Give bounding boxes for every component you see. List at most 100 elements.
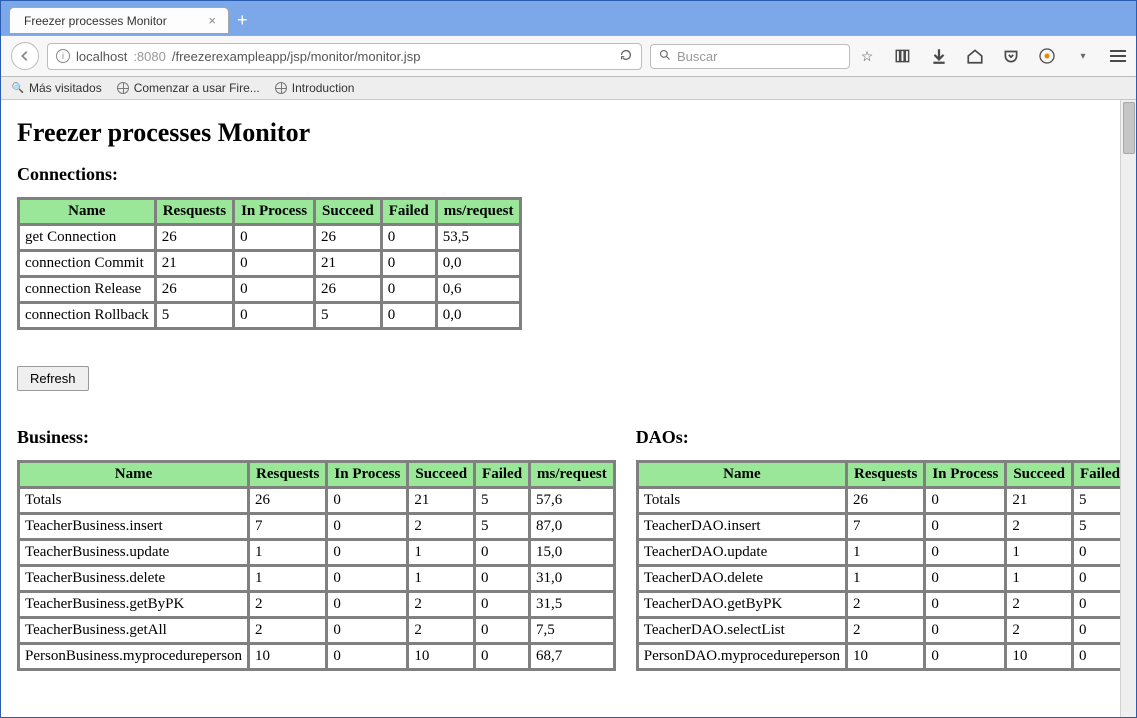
table-cell: 10 [1006,644,1072,669]
tab-close-icon[interactable]: × [208,13,216,28]
business-heading: Business: [17,427,616,448]
globe-icon [274,81,288,95]
table-cell: 1 [847,540,924,565]
page-viewport[interactable]: Freezer processes Monitor Connections: N… [1,100,1136,717]
table-cell: PersonDAO.myprocedureperson [638,644,846,669]
table-cell: 0 [327,618,407,643]
navigation-toolbar: i localhost:8080/freezerexampleapp/jsp/m… [1,35,1136,77]
back-button[interactable] [11,42,39,70]
table-cell: 26 [249,488,326,513]
table-row: TeacherBusiness.delete101031,0 [19,566,614,591]
table-cell: connection Release [19,277,155,302]
globe-icon [116,81,130,95]
site-info-icon[interactable]: i [56,49,70,63]
bookmark-introduction[interactable]: Introduction [274,81,355,95]
connections-heading: Connections: [17,164,1120,185]
browser-tab[interactable]: Freezer processes Monitor × [9,7,229,33]
bookmark-label: Más visitados [29,81,102,95]
table-cell: 0 [1073,644,1127,669]
column-header: Name [19,199,155,224]
table-cell: 2 [249,592,326,617]
url-host: localhost [76,49,127,64]
table-cell: 7,5 [530,618,614,643]
table-cell: TeacherDAO.getByPK [638,592,846,617]
table-cell: TeacherDAO.selectList [638,618,846,643]
search-box[interactable]: Buscar [650,44,850,69]
toolbar-icons: ☆ ▾ [858,47,1126,65]
bookmark-start-firefox[interactable]: Comenzar a usar Fire... [116,81,260,95]
bookmark-label: Introduction [292,81,355,95]
refresh-button[interactable]: Refresh [17,366,89,391]
home-icon[interactable] [966,47,984,65]
table-cell: 0,0 [437,251,521,276]
new-tab-button[interactable]: + [237,10,248,31]
table-cell: 7 [847,514,924,539]
column-header: In Process [925,462,1005,487]
table-cell: 0 [925,644,1005,669]
table-cell: TeacherBusiness.delete [19,566,248,591]
table-cell: 5 [156,303,233,328]
library-icon[interactable] [894,47,912,65]
bookmark-most-visited[interactable]: 🔍 Más visitados [11,81,102,95]
profile-icon[interactable] [1038,47,1056,65]
table-row: Totals26021557,6 [19,488,614,513]
table-cell: 21 [315,251,381,276]
reload-icon[interactable] [619,48,633,65]
dropdown-icon[interactable]: ▾ [1074,47,1092,65]
table-cell: 2 [1006,618,1072,643]
table-cell: 26 [315,225,381,250]
table-cell: 0 [327,514,407,539]
table-cell: 0 [382,303,436,328]
column-header: Failed [475,462,529,487]
table-cell: 1 [847,566,924,591]
table-cell: 0 [925,488,1005,513]
table-cell: 5 [315,303,381,328]
table-cell: 87,0 [530,514,614,539]
table-cell: 0 [925,592,1005,617]
url-path: /freezerexampleapp/jsp/monitor/monitor.j… [172,49,421,64]
vertical-scrollbar[interactable] [1120,100,1136,717]
column-header: Name [19,462,248,487]
table-cell: 2 [847,618,924,643]
table-cell: get Connection [19,225,155,250]
table-cell: 68,7 [530,644,614,669]
table-cell: 57,6 [530,488,614,513]
table-row: TeacherDAO.insert702580,3 [638,514,1136,539]
table-cell: 10 [408,644,474,669]
table-cell: 2 [249,618,326,643]
browser-window: Freezer processes Monitor × + i localhos… [0,0,1137,718]
bookmark-star-icon[interactable]: ☆ [858,47,876,65]
table-row: connection Rollback50500,0 [19,303,520,328]
column-header: Failed [1073,462,1127,487]
table-cell: 26 [156,277,233,302]
address-bar[interactable]: i localhost:8080/freezerexampleapp/jsp/m… [47,43,642,70]
scrollbar-thumb[interactable] [1123,102,1135,154]
table-cell: 26 [315,277,381,302]
table-cell: 0 [925,514,1005,539]
downloads-icon[interactable] [930,47,948,65]
table-cell: 5 [475,488,529,513]
page-title: Freezer processes Monitor [17,118,1120,148]
table-row: Totals26021554,6 [638,488,1136,513]
table-cell: connection Rollback [19,303,155,328]
table-cell: 21 [156,251,233,276]
pocket-icon[interactable] [1002,47,1020,65]
table-cell: 0 [925,540,1005,565]
table-cell: TeacherBusiness.getByPK [19,592,248,617]
column-header: Resquests [156,199,233,224]
table-row: TeacherDAO.getByPK202031,5 [638,592,1136,617]
column-header: Resquests [847,462,924,487]
table-row: connection Commit2102100,0 [19,251,520,276]
table-cell: 21 [1006,488,1072,513]
table-cell: 1 [408,566,474,591]
table-cell: 1 [408,540,474,565]
table-cell: 26 [156,225,233,250]
menu-icon[interactable] [1110,50,1126,62]
bookmark-label: Comenzar a usar Fire... [134,81,260,95]
table-cell: 0 [382,251,436,276]
table-cell: TeacherBusiness.update [19,540,248,565]
table-cell: 0 [1073,540,1127,565]
table-cell: connection Commit [19,251,155,276]
table-cell: 21 [408,488,474,513]
table-cell: 1 [1006,540,1072,565]
